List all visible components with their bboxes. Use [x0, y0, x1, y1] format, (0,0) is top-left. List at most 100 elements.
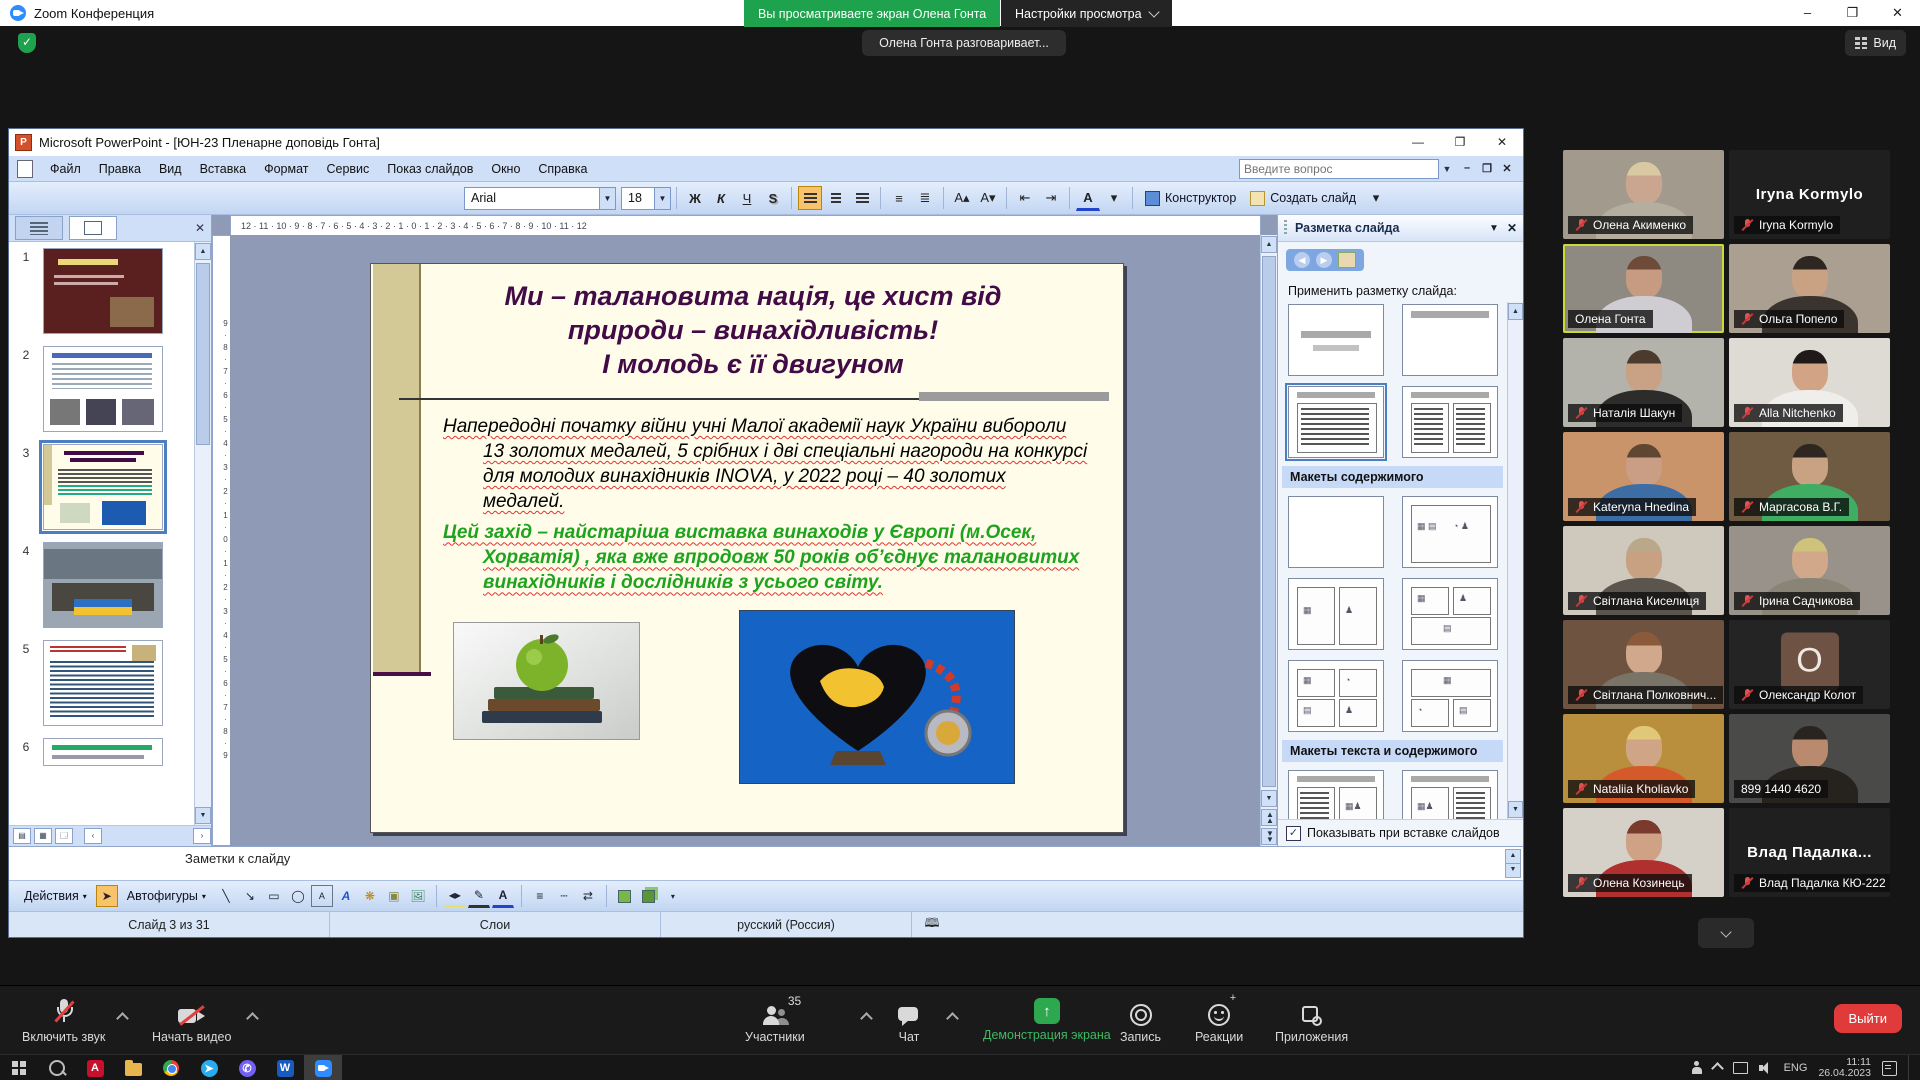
participants-chevron-icon[interactable] [860, 1012, 873, 1025]
bullet-list-button[interactable]: ≣ [913, 186, 937, 210]
tray-volume-icon[interactable] [1759, 1062, 1773, 1074]
video-tile[interactable]: Kateryna Hnedina [1563, 432, 1724, 521]
slideshow-view-button[interactable]: 🗔 [55, 828, 73, 844]
arrow-style-icon[interactable]: ⇄ [577, 885, 599, 907]
taskbar-viber-icon[interactable]: ✆ [228, 1055, 266, 1080]
textbox-tool-icon[interactable]: A [311, 885, 333, 907]
notes-scroll-up-icon[interactable]: ▲ [1505, 849, 1521, 864]
3d-style-icon[interactable] [638, 885, 660, 907]
record-button[interactable]: Запись [1120, 998, 1161, 1044]
clipart-icon[interactable]: ▣ [383, 885, 405, 907]
notes-scroll-down-icon[interactable]: ▼ [1505, 863, 1521, 878]
taskbar-chrome-icon[interactable] [152, 1055, 190, 1080]
nav-home-icon[interactable] [1338, 252, 1356, 268]
layout-content-2[interactable]: ▦ ♟ [1288, 578, 1384, 650]
video-tile[interactable]: Світлана Киселиця [1563, 526, 1724, 615]
video-tile[interactable]: Iryna Kormylo Iryna Kormylo [1729, 150, 1890, 239]
scroll-left-icon[interactable]: ‹ [84, 828, 102, 844]
taskbar-telegram-icon[interactable]: ➤ [190, 1055, 228, 1080]
video-options-chevron-icon[interactable] [246, 1012, 259, 1025]
menu-window[interactable]: Окно [482, 159, 529, 179]
tray-display-icon[interactable] [1733, 1062, 1748, 1074]
taskbar-zoom-icon-active[interactable] [304, 1055, 342, 1080]
line-style-icon[interactable]: ≡ [529, 885, 551, 907]
layout-content-text[interactable]: ▦♟ [1402, 770, 1498, 819]
share-screen-button[interactable]: ↑ Демонстрация экрана [983, 996, 1111, 1042]
rectangle-tool-icon[interactable]: ▭ [263, 885, 285, 907]
slide-thumbnail-3-selected[interactable]: 3 [9, 444, 192, 530]
underline-button[interactable]: Ч [735, 186, 759, 210]
menu-insert[interactable]: Вставка [191, 159, 255, 179]
fill-color-button[interactable]: ◂▸ [444, 884, 466, 908]
notes-area[interactable]: Заметки к слайду ▲ ▼ [9, 846, 1523, 880]
layout-content-3[interactable]: ▦ ♟ ▤ [1402, 578, 1498, 650]
video-tile[interactable]: 899 1440 4620 [1729, 714, 1890, 803]
slides-panel-scrollbar[interactable]: ▲ ▼ [194, 242, 211, 825]
layout-content-5[interactable]: ▦ ◔ ▤ [1402, 660, 1498, 732]
picture-icon[interactable]: 🖼 [407, 885, 429, 907]
menu-help[interactable]: Справка [529, 159, 596, 179]
shadow-button[interactable]: S [761, 186, 785, 210]
video-tile[interactable]: Nataliia Kholiavko [1563, 714, 1724, 803]
notification-center-icon[interactable] [1882, 1061, 1897, 1076]
pp-restore-button[interactable]: ❐ [1439, 129, 1481, 156]
unmute-button[interactable]: Включить звук [22, 998, 105, 1044]
layout-content[interactable]: ▦ ▤ ◔ ♟ [1402, 496, 1498, 568]
leave-button[interactable]: Выйти [1834, 1004, 1903, 1033]
previous-slide-button[interactable]: ▲▲ [1261, 809, 1277, 826]
taskbar-acrobat-icon[interactable]: A [76, 1055, 114, 1080]
scroll-up-icon[interactable]: ▲ [1508, 303, 1523, 320]
font-size-combo[interactable]: 18 ▼ [621, 187, 671, 210]
slides-tab[interactable] [69, 216, 117, 240]
taskbar-search-button[interactable] [38, 1055, 76, 1080]
font-color-button[interactable]: А [492, 884, 514, 908]
layout-text-content[interactable]: ▦♟ [1288, 770, 1384, 819]
layout-title-text-selected[interactable] [1288, 386, 1384, 458]
menu-edit[interactable]: Правка [90, 159, 150, 179]
arrow-tool-icon[interactable]: ↘ [239, 885, 261, 907]
show-desktop-sliver[interactable] [1908, 1055, 1914, 1080]
layout-title-slide[interactable] [1288, 304, 1384, 376]
dash-style-icon[interactable]: ┄ [553, 885, 575, 907]
scroll-up-icon[interactable]: ▲ [195, 243, 211, 260]
slide-thumbnail-6[interactable]: 6 [9, 738, 192, 766]
video-tile[interactable]: Alla Nitchenko [1729, 338, 1890, 427]
pp-close-button[interactable]: ✕ [1481, 129, 1523, 156]
menu-tools[interactable]: Сервис [317, 159, 378, 179]
editor-scrollbar[interactable]: ▲ ▼ ▲▲ ▼▼ [1260, 235, 1277, 846]
next-slide-button[interactable]: ▼▼ [1261, 828, 1277, 845]
scroll-down-icon[interactable]: ▼ [1261, 790, 1277, 807]
increase-indent-button[interactable]: ⇥ [1039, 186, 1063, 210]
scroll-down-icon[interactable]: ▼ [195, 807, 211, 824]
task-pane-dropdown-icon[interactable]: ▼ [1489, 223, 1499, 234]
design-button[interactable]: Конструктор [1138, 186, 1243, 210]
font-color-dropdown-icon[interactable]: ▾ [1102, 186, 1126, 210]
shadow-style-icon[interactable] [614, 885, 636, 907]
layout-blank[interactable] [1288, 496, 1384, 568]
video-tile[interactable]: Ольга Попело [1729, 244, 1890, 333]
diagram-icon[interactable]: ❋ [359, 885, 381, 907]
toolbar-options-icon[interactable]: ▾ [1364, 186, 1388, 210]
video-tile[interactable]: Ірина Садчикова [1729, 526, 1890, 615]
decrease-font-button[interactable]: A▾ [976, 186, 1000, 210]
taskbar-file-explorer-icon[interactable] [114, 1055, 152, 1080]
draw-actions-button[interactable]: Действия ▾ [17, 886, 94, 906]
ask-question-dropdown-icon[interactable]: ▼ [1439, 159, 1455, 179]
audio-options-chevron-icon[interactable] [116, 1012, 129, 1025]
video-tile[interactable]: Світлана Полковнич... [1563, 620, 1724, 709]
doc-restore-button[interactable]: ❐ [1477, 162, 1497, 175]
italic-button[interactable]: К [709, 186, 733, 210]
slide-thumbnail-2[interactable]: 2 [9, 346, 192, 432]
slide-sorter-view-button[interactable]: ▦ [34, 828, 52, 844]
menu-file[interactable]: Файл [41, 159, 90, 179]
increase-font-button[interactable]: A▴ [950, 186, 974, 210]
toolbar-options-icon[interactable]: ▾ [662, 885, 684, 907]
tray-overflow-chevron-icon[interactable] [1711, 1062, 1724, 1075]
oval-tool-icon[interactable]: ◯ [287, 885, 309, 907]
chat-button[interactable]: Чат [898, 998, 920, 1044]
nav-forward-icon[interactable]: ▶ [1316, 252, 1332, 268]
reactions-button[interactable]: + Реакции [1195, 998, 1243, 1044]
task-pane-scrollbar[interactable]: ▲ ▼ [1507, 302, 1523, 819]
autoshapes-button[interactable]: Автофигуры ▾ [120, 886, 213, 906]
outline-tab[interactable] [15, 216, 63, 240]
